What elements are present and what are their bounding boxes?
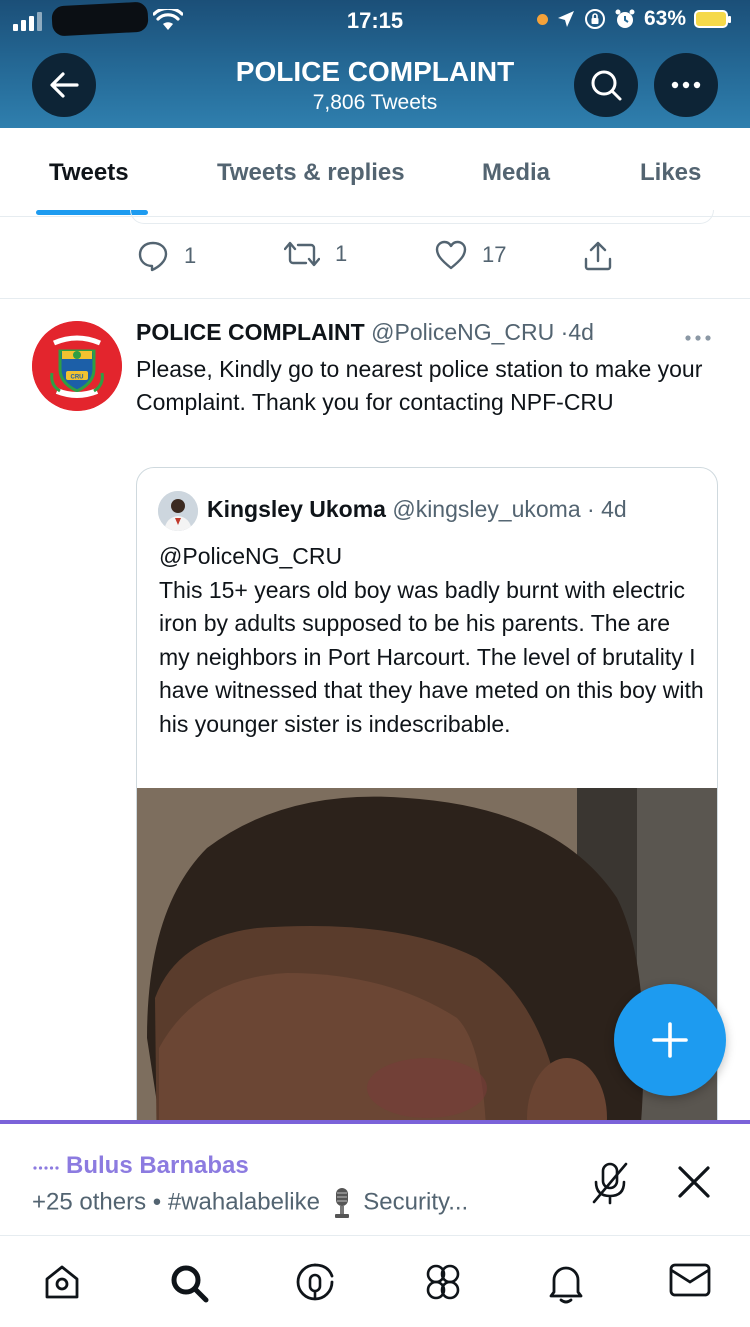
quote-photo[interactable] bbox=[137, 788, 717, 1166]
tab-tweets-and-replies[interactable]: Tweets & replies bbox=[217, 159, 405, 187]
search-icon bbox=[591, 70, 622, 101]
location-icon bbox=[557, 11, 574, 27]
search-button[interactable] bbox=[574, 53, 638, 117]
author-handle[interactable]: @PoliceNG_CRU bbox=[371, 319, 554, 345]
spaces-dock[interactable]: Bulus Barnabas +25 others • #wahalabelik… bbox=[0, 1120, 750, 1236]
nav-home[interactable] bbox=[42, 1262, 82, 1307]
tab-media[interactable]: Media bbox=[482, 159, 550, 187]
avatar[interactable]: CRU bbox=[32, 321, 122, 411]
retweet-icon bbox=[284, 241, 320, 267]
reply-button[interactable]: 1 bbox=[137, 240, 196, 272]
retweet-count: 1 bbox=[335, 241, 348, 266]
more-icon bbox=[671, 81, 701, 89]
battery-icon bbox=[694, 10, 731, 28]
home-icon bbox=[45, 1265, 79, 1299]
tweet-text: Please, Kindly go to nearest police stat… bbox=[136, 356, 703, 415]
police-cru-logo-icon: CRU bbox=[32, 321, 122, 411]
share-icon bbox=[584, 241, 612, 271]
tweet-more-button[interactable] bbox=[684, 322, 712, 348]
alarm-icon bbox=[615, 9, 635, 28]
microphone-muted-icon bbox=[592, 1162, 628, 1205]
close-icon bbox=[678, 1166, 710, 1198]
nav-notifications[interactable] bbox=[546, 1262, 586, 1309]
heart-icon bbox=[435, 240, 467, 270]
close-space-button[interactable] bbox=[676, 1164, 712, 1205]
compose-tweet-button[interactable] bbox=[614, 984, 726, 1096]
previous-quote-card-edge bbox=[130, 210, 714, 224]
quote-time: 4d bbox=[601, 496, 627, 522]
spaces-icon bbox=[296, 1263, 334, 1301]
quote-body: This 15+ years old boy was badly burnt w… bbox=[159, 576, 704, 737]
avatar bbox=[158, 491, 198, 531]
orientation-lock-icon bbox=[584, 9, 605, 29]
search-icon bbox=[171, 1265, 209, 1303]
person-photo-icon bbox=[158, 491, 198, 531]
microphone-emoji-icon bbox=[334, 1188, 349, 1218]
nav-explore[interactable] bbox=[168, 1262, 210, 1309]
status-right-group: 63% bbox=[536, 7, 731, 31]
nav-messages[interactable] bbox=[668, 1262, 712, 1303]
tweet-divider bbox=[0, 298, 750, 299]
more-icon bbox=[685, 335, 711, 341]
reply-icon bbox=[138, 241, 168, 272]
spaces-info: +25 others • #wahalabelike Security... bbox=[32, 1186, 468, 1220]
photo-boy-head-image bbox=[137, 788, 717, 1166]
tweet-time: 4d bbox=[568, 319, 594, 345]
profile-header: 17:15 63% POLICE COMPLAINT 7,806 Tweets bbox=[0, 0, 750, 128]
avatar-logo-text: CRU bbox=[71, 375, 84, 381]
more-options-button[interactable] bbox=[654, 53, 718, 117]
spaces-listener-count: +25 others bbox=[32, 1188, 147, 1216]
quote-mention: @PoliceNG_CRU bbox=[159, 543, 343, 569]
author-name[interactable]: POLICE COMPLAINT bbox=[136, 319, 365, 345]
nav-communities[interactable] bbox=[420, 1262, 466, 1309]
quote-author-handle: @kingsley_ukoma bbox=[392, 496, 581, 522]
privacy-indicator-dot bbox=[536, 13, 548, 25]
quote-author-name: Kingsley Ukoma bbox=[207, 496, 386, 522]
quote-header: Kingsley Ukoma @kingsley_ukoma · 4d bbox=[207, 496, 627, 523]
battery-percent: 63% bbox=[643, 7, 686, 30]
spaces-title: Security... bbox=[363, 1188, 469, 1216]
tab-likes[interactable]: Likes bbox=[640, 159, 701, 187]
envelope-icon bbox=[669, 1263, 711, 1297]
dot-separator: • bbox=[152, 1188, 168, 1216]
mute-mic-button[interactable] bbox=[590, 1160, 630, 1211]
spaces-host-name: Bulus Barnabas bbox=[66, 1152, 249, 1179]
spaces-host: Bulus Barnabas bbox=[32, 1152, 249, 1180]
plus-icon bbox=[652, 1022, 688, 1058]
spaces-hashtag: #wahalabelike bbox=[167, 1188, 320, 1216]
bottom-navigation bbox=[0, 1236, 750, 1327]
tab-tweets[interactable]: Tweets bbox=[49, 159, 129, 187]
share-button[interactable] bbox=[582, 240, 614, 272]
tweet-count: 7,806 Tweets bbox=[312, 91, 438, 114]
listening-dots-icon bbox=[33, 1166, 59, 1170]
like-button[interactable]: 17 bbox=[435, 240, 506, 270]
quote-text: @PoliceNG_CRU This 15+ years old boy was… bbox=[159, 540, 704, 741]
dot-separator: · bbox=[587, 496, 595, 522]
bell-icon bbox=[549, 1266, 583, 1304]
communities-icon bbox=[426, 1264, 460, 1300]
retweet-button[interactable]: 1 bbox=[284, 240, 347, 268]
like-count: 17 bbox=[482, 242, 507, 267]
reply-count: 1 bbox=[184, 243, 197, 268]
tweet-header: POLICE COMPLAINT @PoliceNG_CRU ·4d bbox=[136, 319, 594, 346]
twitter-profile-screen: 17:15 63% POLICE COMPLAINT 7,806 Tweets … bbox=[0, 0, 750, 1327]
nav-spaces[interactable] bbox=[294, 1262, 336, 1309]
profile-tabs: Tweets Tweets & replies Media Likes bbox=[0, 128, 750, 217]
